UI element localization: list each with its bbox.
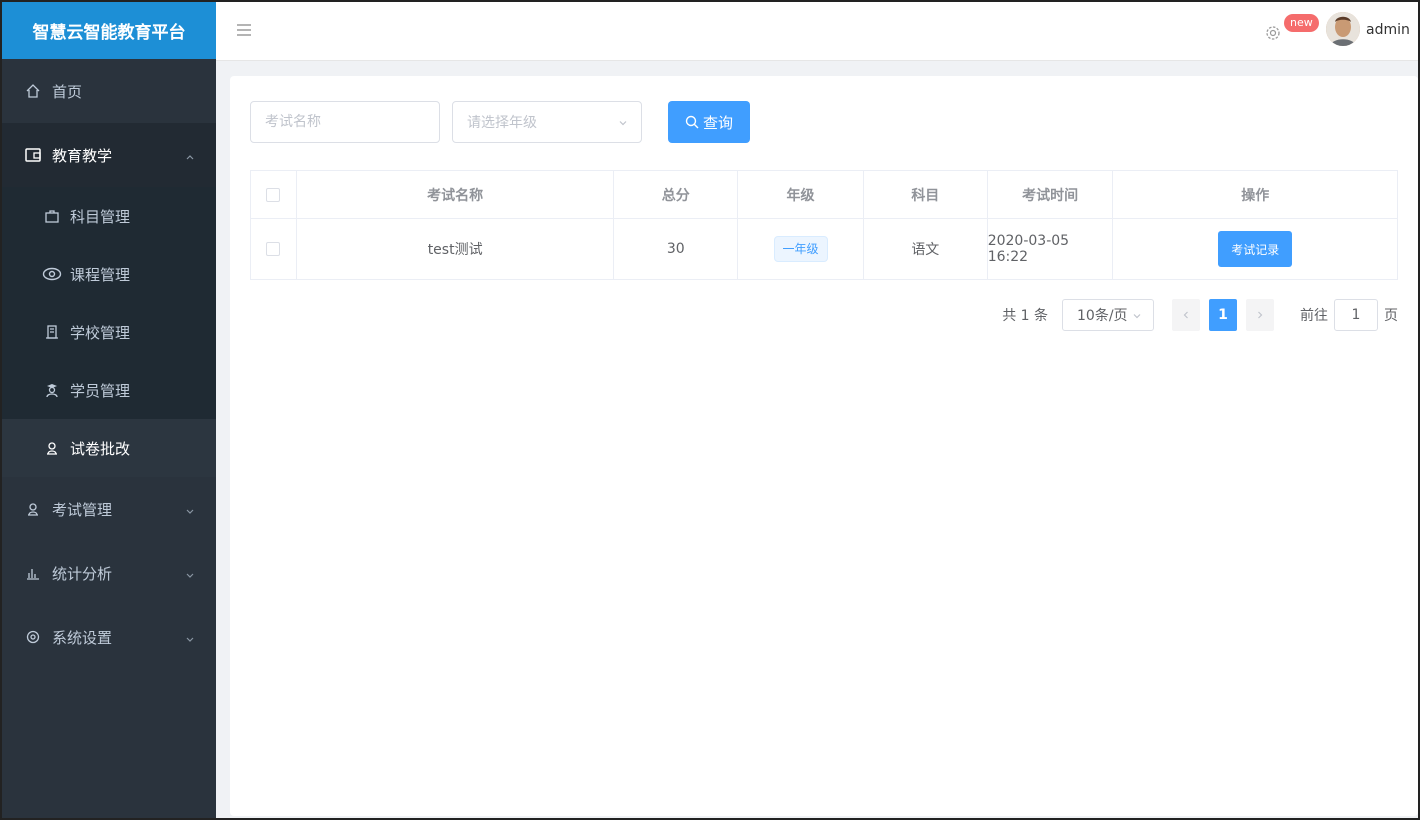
gear-icon: [1264, 24, 1282, 46]
avatar[interactable]: [1326, 12, 1360, 46]
settings-button[interactable]: new: [1264, 14, 1320, 46]
exam-time-cell: 2020-03-05 16:22: [988, 219, 1114, 279]
subject-cell: 语文: [864, 219, 988, 279]
sidebar-item-label: 统计分析: [52, 564, 113, 583]
chevron-right-icon: [1258, 311, 1263, 319]
table-header-row: 考试名称 总分 年级 科目 考试时间 操作: [251, 171, 1397, 219]
sidebar-item-exams[interactable]: 考试管理: [2, 477, 216, 541]
goto-prefix: 前往: [1300, 308, 1328, 324]
table-row: test测试 30 一年级 语文 2020-03-05 16:22 考试记录: [251, 219, 1397, 279]
total-score-cell: 30: [614, 219, 739, 279]
grade-select[interactable]: 请选择年级: [452, 101, 642, 143]
chevron-down-icon: [184, 503, 196, 515]
briefcase-icon: [42, 206, 62, 226]
chart-icon: [24, 564, 42, 582]
top-header: new admin: [216, 2, 1418, 61]
sidebar-item-label: 首页: [52, 82, 83, 101]
sidebar-item-settings[interactable]: 系统设置: [2, 605, 216, 669]
column-header[interactable]: 考试名称: [297, 171, 615, 218]
query-button-label: 查询: [702, 114, 733, 132]
page-size-value: 10条/页: [1077, 308, 1128, 324]
sidebar-item-label: 科目管理: [70, 207, 131, 226]
total-count: 共 1 条: [1002, 308, 1048, 324]
eye-icon: [42, 264, 62, 284]
pagination: 共 1 条 10条/页 1 前往 1 页: [1002, 298, 1398, 332]
home-icon: [24, 82, 42, 100]
sidebar-item-home[interactable]: 首页: [2, 59, 216, 123]
app-logo: 智慧云智能教育平台: [2, 2, 216, 59]
building-icon: [42, 322, 62, 342]
row-checkbox[interactable]: [266, 242, 281, 256]
grade-tag: 一年级: [773, 236, 828, 262]
chevron-down-icon: [184, 567, 196, 579]
sidebar-item-label: 教育教学: [52, 146, 113, 165]
exam-table: 考试名称 总分 年级 科目 考试时间 操作 test测试 30 一年级 语文 2…: [250, 170, 1398, 280]
student-icon: [42, 380, 62, 400]
sidebar-item-label: 学校管理: [70, 323, 131, 342]
submenu-education: 科目管理 课程管理 学校管理 学员管理 试卷批改: [2, 187, 216, 477]
sidebar-item-label: 考试管理: [52, 500, 113, 519]
sidebar-item-education[interactable]: 教育教学: [2, 123, 216, 187]
menu-toggle-icon[interactable]: [236, 22, 252, 38]
page-number-button[interactable]: 1: [1209, 299, 1237, 331]
goto-suffix: 页: [1384, 308, 1398, 324]
goto-page-input[interactable]: 1: [1334, 299, 1378, 331]
grading-icon: [42, 438, 62, 458]
column-header[interactable]: 年级: [738, 171, 864, 218]
action-cell: 考试记录: [1113, 219, 1397, 279]
row-select-cell: [251, 219, 297, 279]
app-window: 智慧云智能教育平台 首页 教育教学 科目管理 课程管理 学校管理 学员管理 试卷…: [0, 0, 1420, 820]
chevron-down-icon: [1131, 310, 1143, 322]
new-badge: new: [1284, 14, 1319, 32]
chevron-up-icon: [184, 149, 196, 161]
next-page-button[interactable]: [1246, 299, 1274, 331]
chevron-left-icon: [1183, 311, 1188, 319]
column-header[interactable]: 总分: [614, 171, 739, 218]
select-all-cell: [251, 171, 297, 218]
query-button[interactable]: 查询: [668, 101, 750, 143]
sidebar-item-courses[interactable]: 课程管理: [2, 245, 216, 303]
sidebar-item-statistics[interactable]: 统计分析: [2, 541, 216, 605]
sidebar-item-label: 系统设置: [52, 628, 113, 647]
sidebar-item-label: 学员管理: [70, 381, 131, 400]
column-header[interactable]: 考试时间: [988, 171, 1114, 218]
sidebar-item-label: 试卷批改: [70, 439, 131, 458]
chevron-down-icon: [184, 631, 196, 643]
goto-page: 前往 1 页: [1300, 299, 1398, 331]
gear-icon: [24, 628, 42, 646]
username[interactable]: admin: [1366, 22, 1410, 38]
sidebar: 智慧云智能教育平台 首页 教育教学 科目管理 课程管理 学校管理 学员管理 试卷…: [2, 2, 216, 818]
exam-record-button[interactable]: 考试记录: [1218, 231, 1293, 267]
exam-name-cell: test测试: [297, 219, 615, 279]
sidebar-item-students[interactable]: 学员管理: [2, 361, 216, 419]
main-panel: 请选择年级 查询 考试名称 总分 年级 科目 考试时: [230, 76, 1418, 816]
prev-page-button[interactable]: [1172, 299, 1200, 331]
sidebar-item-schools[interactable]: 学校管理: [2, 303, 216, 361]
search-icon: [685, 115, 699, 129]
grade-cell: 一年级: [738, 219, 864, 279]
sidebar-item-subjects[interactable]: 科目管理: [2, 187, 216, 245]
select-all-checkbox[interactable]: [266, 187, 281, 202]
column-header[interactable]: 操作: [1113, 171, 1397, 218]
sidebar-item-grading[interactable]: 试卷批改: [2, 419, 216, 477]
wallet-icon: [24, 146, 42, 164]
sidebar-item-label: 课程管理: [70, 265, 131, 284]
grade-select-placeholder: 请选择年级: [467, 115, 537, 131]
page-size-select[interactable]: 10条/页: [1062, 299, 1154, 331]
column-header[interactable]: 科目: [864, 171, 988, 218]
exam-name-input[interactable]: [250, 101, 440, 143]
chevron-down-icon: [617, 117, 629, 129]
exam-icon: [24, 500, 42, 518]
